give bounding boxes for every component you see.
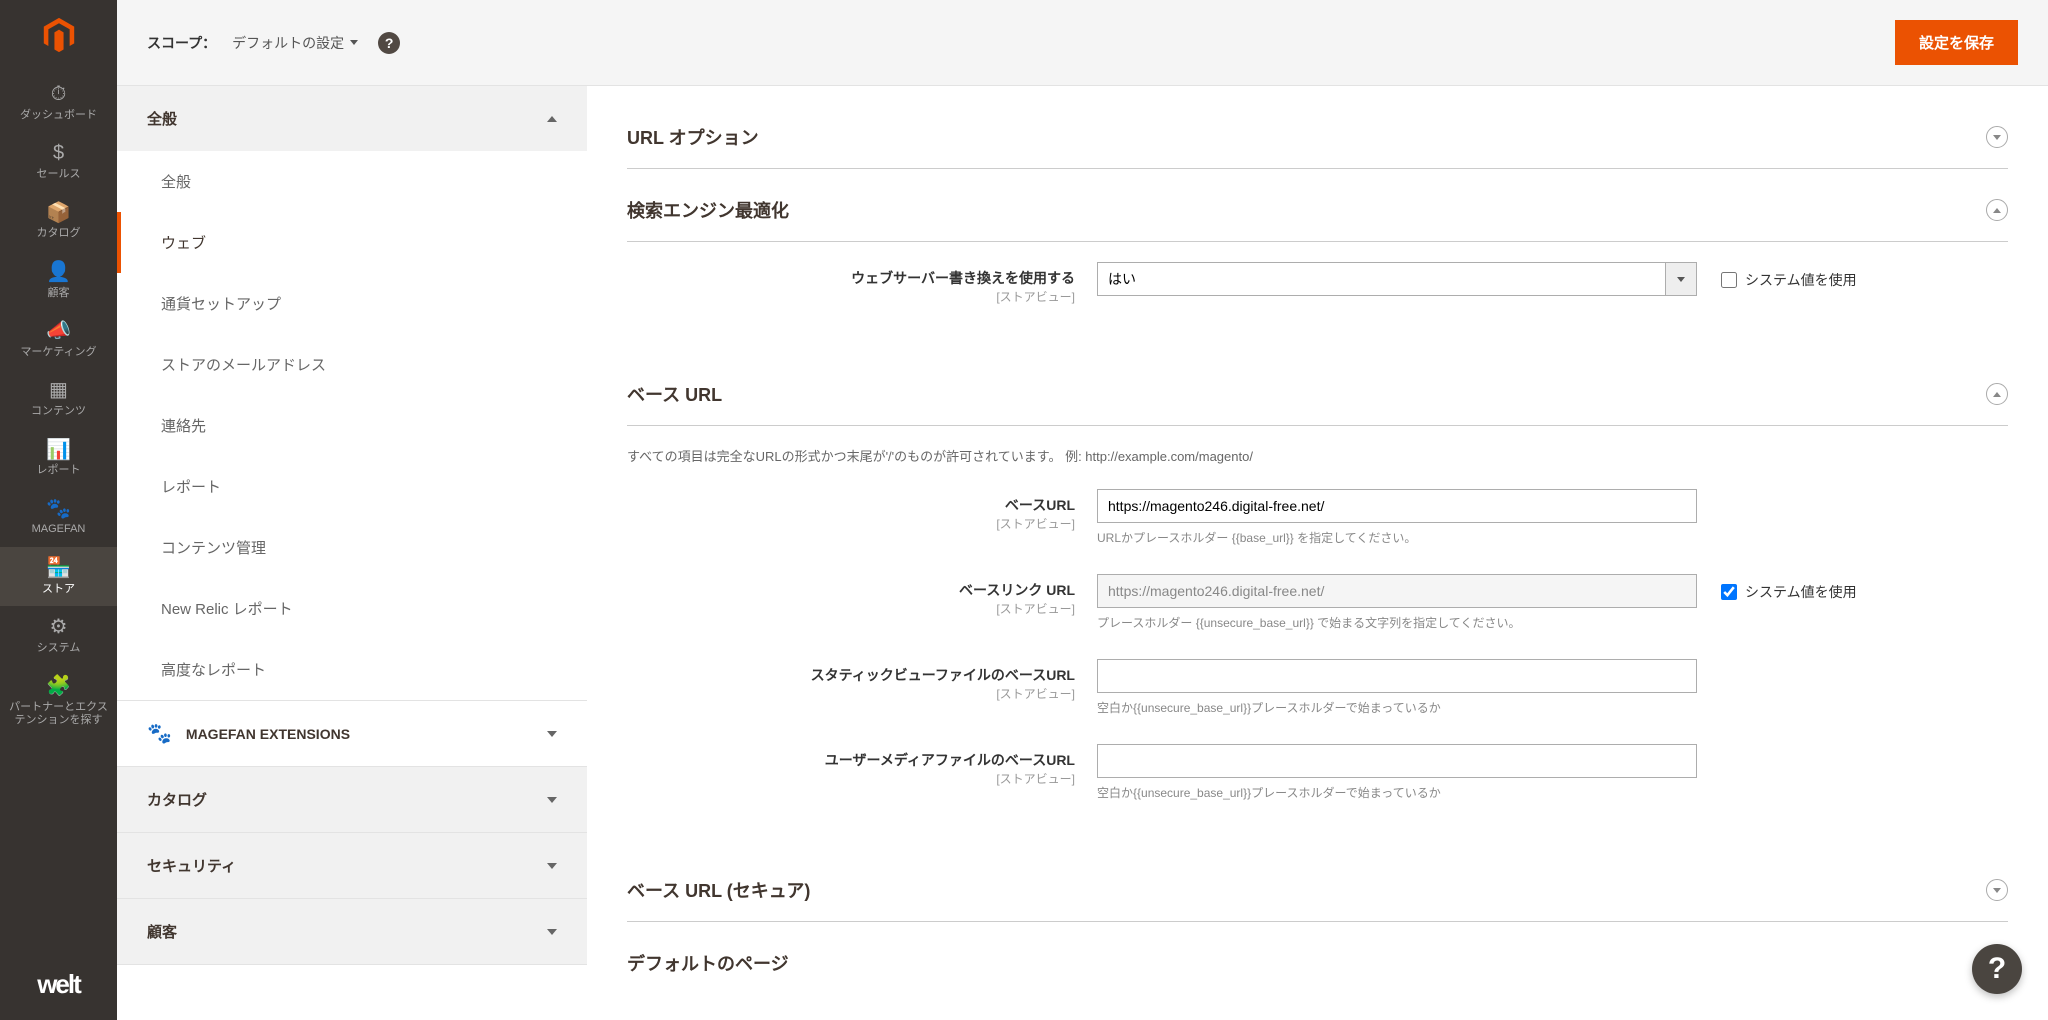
gauge-icon: ⏱	[48, 83, 70, 105]
sidebar-group-general[interactable]: 全般	[117, 86, 587, 151]
nav-reports[interactable]: 📊レポート	[0, 428, 117, 487]
field-label-static-url: スタティックビューファイルのベースURL	[627, 665, 1075, 685]
puzzle-icon: 🧩	[48, 675, 70, 697]
scope-help-icon[interactable]: ?	[378, 32, 400, 54]
sidebar-item-contacts[interactable]: 連絡先	[117, 395, 587, 456]
nav-content[interactable]: ▦コンテンツ	[0, 369, 117, 428]
input-base-link-url[interactable]	[1097, 574, 1697, 608]
input-base-url[interactable]	[1097, 489, 1697, 523]
box-icon: 📦	[48, 201, 70, 223]
chevron-circle-down-icon	[1986, 126, 2008, 148]
chevron-up-icon	[547, 116, 557, 122]
section-base-url-secure[interactable]: ベース URL (セキュア)	[627, 859, 2008, 922]
magefan-icon: 🐾	[48, 497, 70, 519]
sidebar-item-newrelic[interactable]: New Relic レポート	[117, 578, 587, 639]
sidebar-item-content-mgmt[interactable]: コンテンツ管理	[117, 517, 587, 578]
field-label-media-url: ユーザーメディアファイルのベースURL	[627, 750, 1075, 770]
chevron-circle-up-icon	[1986, 383, 2008, 405]
scope-select[interactable]: デフォルトの設定	[232, 33, 358, 53]
store-icon: 🏪	[48, 557, 70, 579]
form-area: URL オプション 検索エンジン最適化 ウェブサーバー書き換えを使用する[ストア…	[587, 86, 2048, 1020]
nav-customers[interactable]: 👤顧客	[0, 251, 117, 310]
floating-help-button[interactable]: ?	[1972, 944, 2022, 994]
sidebar-item-web[interactable]: ウェブ	[117, 212, 587, 273]
gear-icon: ⚙	[48, 616, 70, 638]
checkbox-use-system-rewrites[interactable]: システム値を使用	[1721, 262, 1857, 290]
section-base-url[interactable]: ベース URL	[627, 363, 2008, 426]
magento-logo[interactable]	[36, 12, 81, 57]
chevron-circle-down-icon	[1986, 879, 2008, 901]
chevron-down-icon	[547, 797, 557, 803]
checkbox-use-system-link[interactable]: システム値を使用	[1721, 574, 1857, 602]
nav-sales[interactable]: $セールス	[0, 132, 117, 191]
nav-catalog[interactable]: 📦カタログ	[0, 191, 117, 250]
sidebar-item-advanced-reporting[interactable]: 高度なレポート	[117, 639, 587, 700]
section-default-page[interactable]: デフォルトのページ	[627, 932, 2008, 994]
field-label-base-link-url: ベースリンク URL	[627, 580, 1075, 600]
field-label-base-url: ベースURL	[627, 495, 1075, 515]
nav-partners[interactable]: 🧩パートナーとエクステンションを探す	[0, 665, 117, 737]
config-sidebar: 全般 全般 ウェブ 通貨セットアップ ストアのメールアドレス 連絡先 レポート …	[117, 86, 587, 1020]
welt-logo[interactable]: welt	[37, 969, 80, 1000]
sidebar-group-catalog[interactable]: カタログ	[117, 767, 587, 832]
section-url-options[interactable]: URL オプション	[627, 106, 2008, 169]
select-rewrites[interactable]	[1097, 262, 1697, 296]
base-url-note: すべての項目は完全なURLの形式かつ末尾が'/'のものが許可されています。 例:…	[627, 446, 2008, 465]
dollar-icon: $	[48, 142, 70, 164]
section-seo[interactable]: 検索エンジン最適化	[627, 179, 2008, 242]
sidebar-item-store-email[interactable]: ストアのメールアドレス	[117, 334, 587, 395]
person-icon: 👤	[48, 261, 70, 283]
field-label-rewrites: ウェブサーバー書き換えを使用する	[627, 268, 1075, 288]
sidebar-item-currency[interactable]: 通貨セットアップ	[117, 273, 587, 334]
chevron-down-icon	[547, 731, 557, 737]
megaphone-icon: 📣	[48, 320, 70, 342]
dropdown-arrow-icon[interactable]	[1665, 262, 1697, 296]
nav-magefan[interactable]: 🐾MAGEFAN	[0, 487, 117, 546]
nav-stores[interactable]: 🏪ストア	[0, 547, 117, 606]
save-button[interactable]: 設定を保存	[1895, 20, 2018, 65]
layout-icon: ▦	[48, 379, 70, 401]
chevron-down-icon	[547, 929, 557, 935]
scope-label: スコープ：	[147, 33, 216, 53]
sidebar-item-general[interactable]: 全般	[117, 151, 587, 212]
nav-system[interactable]: ⚙システム	[0, 606, 117, 665]
input-media-url[interactable]	[1097, 744, 1697, 778]
left-nav: ⏱ダッシュボード $セールス 📦カタログ 👤顧客 📣マーケティング ▦コンテンツ…	[0, 0, 117, 1020]
magefan-icon: 🐾	[147, 721, 172, 746]
nav-dashboard[interactable]: ⏱ダッシュボード	[0, 73, 117, 132]
sidebar-group-customer[interactable]: 顧客	[117, 899, 587, 964]
chevron-circle-up-icon	[1986, 199, 2008, 221]
input-static-url[interactable]	[1097, 659, 1697, 693]
page-header: スコープ： デフォルトの設定 ? 設定を保存	[117, 0, 2048, 86]
sidebar-item-reports[interactable]: レポート	[117, 456, 587, 517]
sidebar-group-security[interactable]: セキュリティ	[117, 833, 587, 898]
sidebar-group-magefan[interactable]: 🐾MAGEFAN EXTENSIONS	[117, 701, 587, 766]
bar-chart-icon: 📊	[48, 438, 70, 460]
chevron-down-icon	[547, 863, 557, 869]
nav-marketing[interactable]: 📣マーケティング	[0, 310, 117, 369]
